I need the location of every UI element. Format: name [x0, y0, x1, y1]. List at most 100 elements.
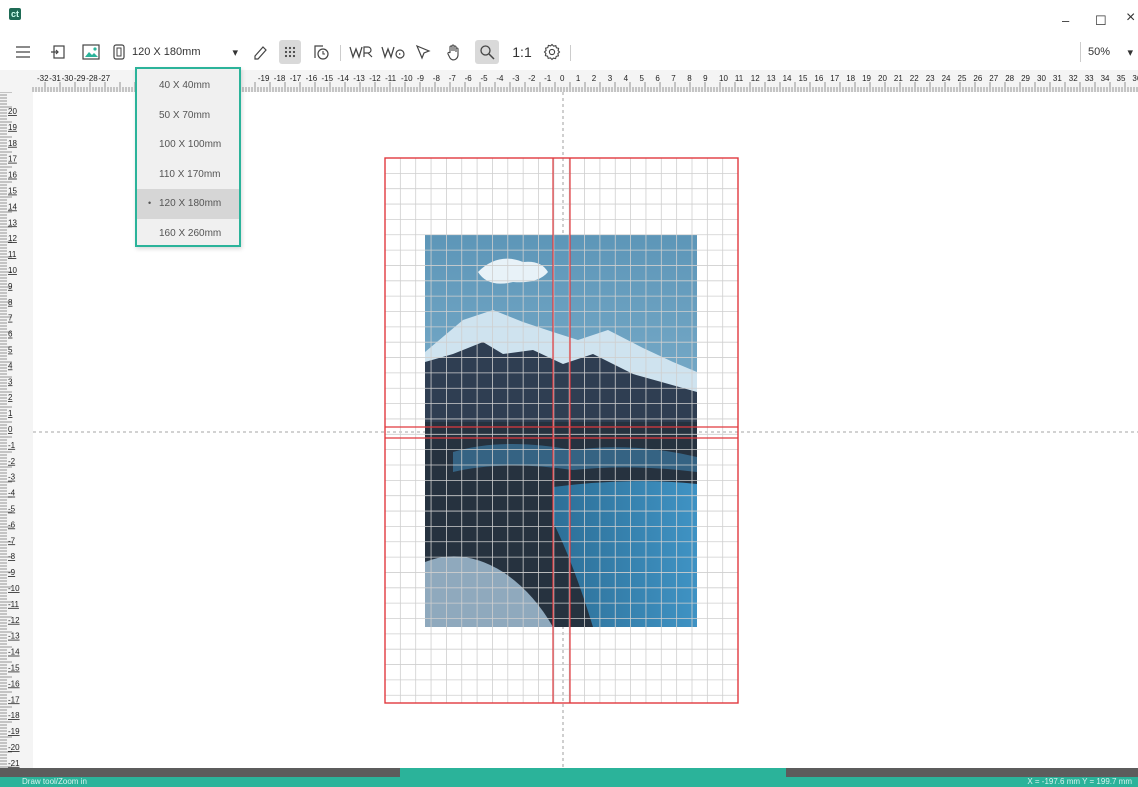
ruler-label: 19 [862, 74, 871, 83]
ruler-label: -4 [496, 74, 504, 83]
ruler-label: -8 [433, 74, 441, 83]
ruler-label: -5 [481, 74, 489, 83]
image-icon[interactable] [80, 40, 102, 64]
size-option-50x70[interactable]: 50 X 70mm [137, 101, 239, 131]
size-option-120x180[interactable]: • 120 X 180mm [137, 189, 239, 219]
ruler-label: -15 [8, 664, 20, 673]
close-button[interactable]: × [1126, 10, 1135, 26]
ruler-label: -29 [74, 74, 86, 83]
ruler-label: -19 [258, 74, 270, 83]
size-option-110x170[interactable]: 110 X 170mm [137, 160, 239, 190]
status-message: Draw tool/Zoom in [22, 777, 87, 786]
ruler-label: -31 [49, 74, 61, 83]
pointer-icon[interactable] [412, 40, 434, 64]
chevron-down-icon: ▾ [1127, 46, 1133, 59]
ruler-label: 18 [846, 74, 855, 83]
ruler-label: -14 [8, 648, 20, 657]
ruler-label: 2 [592, 74, 597, 83]
ruler-label: -12 [369, 74, 381, 83]
ruler-label: -27 [99, 74, 111, 83]
maximize-button[interactable]: ☐ [1095, 14, 1107, 28]
ruler-label: 26 [973, 74, 982, 83]
ruler-label: -11 [8, 600, 20, 609]
minimize-button[interactable]: – [1062, 14, 1069, 28]
ruler-label: 32 [1069, 74, 1078, 83]
ruler-label: 15 [799, 74, 808, 83]
zoom-select-value: 50% [1088, 46, 1111, 58]
ruler-label: 24 [942, 74, 951, 83]
ruler-label: 11 [8, 250, 17, 259]
wr-icon[interactable] [348, 40, 376, 64]
chevron-down-icon: ▾ [232, 46, 238, 59]
import-icon[interactable] [48, 40, 68, 64]
ruler-label: -7 [8, 536, 16, 545]
ruler-label: -10 [401, 74, 413, 83]
ruler-label: -28 [86, 74, 98, 83]
page-icon[interactable] [110, 40, 128, 64]
ruler-label: -11 [385, 74, 397, 83]
ruler-label: -5 [8, 505, 16, 514]
ruler-label: 19 [8, 123, 17, 132]
wo-icon[interactable] [380, 40, 408, 64]
size-select[interactable]: 120 X 180mm ▾ [132, 42, 242, 62]
ruler-label: -13 [8, 632, 20, 641]
ruler-label: -1 [8, 441, 16, 450]
ruler-label: 14 [783, 74, 792, 83]
size-dropdown-menu: 40 X 40mm 50 X 70mm 100 X 100mm 110 X 17… [135, 67, 241, 247]
zoom-select[interactable]: 50% ▾ [1080, 42, 1136, 62]
toolbar-divider [570, 45, 571, 61]
ruler-label: 14 [8, 202, 17, 211]
size-option-label: 160 X 260mm [159, 227, 222, 239]
ruler-label: 8 [687, 74, 692, 83]
status-bar: Draw tool/Zoom in X = -197.6 mm Y = 199.… [0, 777, 1138, 787]
toolbar: 120 X 180mm ▾ 1:1 50% ▾ [0, 36, 1138, 70]
zoom-icon[interactable] [475, 40, 499, 64]
ruler-label: -18 [274, 74, 286, 83]
ruler-label: 20 [8, 107, 17, 116]
ruler-label: 10 [719, 74, 728, 83]
clock-icon[interactable] [310, 40, 332, 64]
ruler-label: 22 [910, 74, 919, 83]
settings-icon[interactable] [541, 40, 563, 64]
mountain-photo[interactable] [425, 235, 697, 627]
horizontal-scrollbar[interactable] [0, 768, 1138, 777]
actual-size-button[interactable]: 1:1 [508, 40, 536, 64]
ruler-label: -6 [465, 74, 473, 83]
ruler-label: -2 [8, 457, 16, 466]
size-option-100x100[interactable]: 100 X 100mm [137, 130, 239, 160]
hand-icon[interactable] [442, 40, 466, 64]
ruler-label: -21 [8, 759, 20, 768]
ruler-label: 6 [655, 74, 660, 83]
title-bar: ct – ☐ × [0, 0, 1138, 36]
ruler-label: 31 [1053, 74, 1062, 83]
size-option-label: 50 X 70mm [159, 109, 211, 121]
ruler-label: -32 [37, 74, 49, 83]
ruler-label: 36 [1132, 74, 1138, 83]
ruler-label: 1 [576, 74, 581, 83]
ruler-label: 13 [8, 218, 17, 227]
size-option-label: 100 X 100mm [159, 139, 222, 150]
size-option-160x260[interactable]: 160 X 260mm [137, 219, 239, 249]
size-option-40x40[interactable]: 40 X 40mm [137, 71, 239, 101]
ruler-label: -10 [8, 584, 20, 593]
ruler-label: 23 [926, 74, 935, 83]
scrollbar-thumb[interactable] [400, 768, 786, 777]
toolbar-divider [340, 45, 341, 61]
ruler-label: 0 [8, 425, 13, 434]
ruler-label: 9 [8, 282, 13, 291]
ruler-label: 7 [8, 314, 13, 323]
ruler-label: 18 [8, 139, 17, 148]
menu-icon[interactable] [14, 40, 32, 64]
ruler-label: 11 [735, 74, 744, 83]
ruler-label: 10 [8, 266, 17, 275]
ruler-label: 4 [8, 361, 13, 370]
eraser-icon[interactable] [250, 40, 270, 64]
ruler-label: -12 [8, 616, 20, 625]
ruler-label: 12 [751, 74, 760, 83]
ruler-label: 15 [8, 187, 17, 196]
ruler-label: -14 [337, 74, 349, 83]
ruler-label: 0 [560, 74, 565, 83]
ruler-label: 16 [814, 74, 823, 83]
ruler-label: 5 [8, 346, 13, 355]
grid-icon[interactable] [279, 40, 301, 64]
